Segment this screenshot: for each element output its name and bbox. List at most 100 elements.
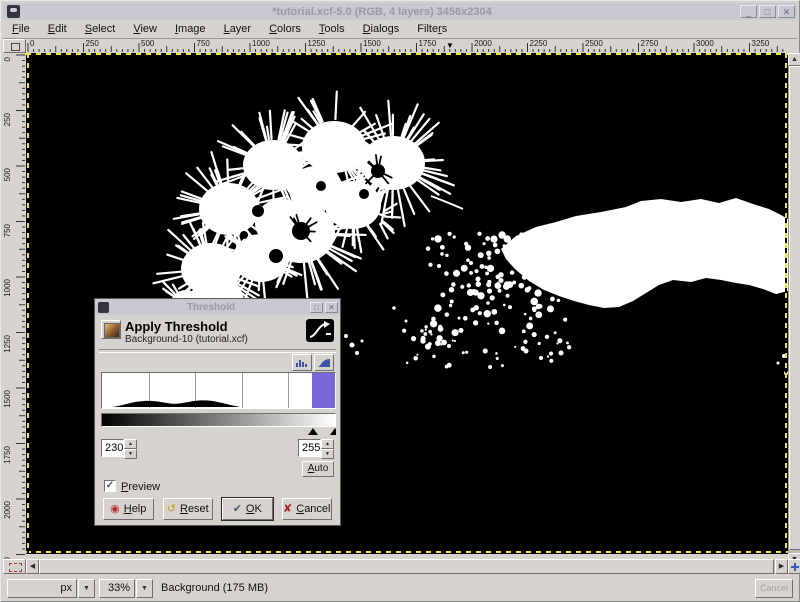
- menu-corner-icon: [11, 43, 20, 51]
- ruler-label: 2750: [641, 40, 659, 48]
- spin-down-icon[interactable]: ▼: [321, 449, 334, 459]
- ruler-label: 3250: [752, 40, 770, 48]
- low-marker-icon[interactable]: [308, 428, 318, 435]
- low-threshold-input[interactable]: [101, 439, 124, 457]
- scroll-right-button[interactable]: ▶: [775, 559, 788, 574]
- ruler-label: 3000: [696, 40, 714, 48]
- threshold-dialog: Threshold □ ✕ Apply Threshold Background…: [94, 298, 341, 526]
- ruler-label: 1000: [252, 40, 270, 48]
- close-button[interactable]: ✕: [778, 5, 795, 18]
- ruler-label: 750: [4, 224, 12, 237]
- cancel-button[interactable]: ✘Cancel: [282, 498, 333, 520]
- menu-item-image[interactable]: Image: [166, 21, 215, 37]
- dialog-maximize-button[interactable]: □: [310, 302, 323, 313]
- dialog-heading: Apply Threshold: [125, 319, 228, 334]
- ruler-label: 1750: [4, 446, 12, 464]
- window-title: *tutorial.xcf-5.0 (RGB, 4 layers) 3456x2…: [24, 6, 740, 18]
- ruler-label: 0: [4, 57, 12, 61]
- ruler-label: 1500: [4, 390, 12, 408]
- menu-item-colors[interactable]: Colors: [260, 21, 310, 37]
- layer-thumbnail-button[interactable]: [101, 320, 121, 339]
- logarithmic-histogram-icon: [317, 357, 331, 368]
- maximize-button[interactable]: □: [759, 5, 776, 18]
- ruler-label: 1750: [419, 40, 437, 48]
- ruler-label: 2000: [474, 40, 492, 48]
- high-marker-icon[interactable]: [330, 428, 336, 435]
- help-button[interactable]: ◉Help: [103, 498, 154, 520]
- ruler-label: 1250: [308, 40, 326, 48]
- histogram[interactable]: [101, 372, 336, 409]
- spin-down-icon[interactable]: ▼: [124, 449, 137, 459]
- preview-checkbox[interactable]: ✓: [104, 480, 116, 492]
- menu-item-edit[interactable]: Edit: [39, 21, 76, 37]
- ruler-label: 2500: [585, 40, 603, 48]
- horizontal-scrollbar-thumb[interactable]: [39, 559, 774, 574]
- high-threshold-spinbox: ▲ ▼: [298, 439, 334, 457]
- dialog-title: Threshold: [112, 302, 310, 313]
- ok-icon: ✔: [233, 504, 242, 515]
- horizontal-ruler[interactable]: 0250500750100012501500175020002250250027…: [26, 39, 788, 53]
- ruler-corner-button[interactable]: [3, 39, 26, 53]
- dropdown-arrow-icon[interactable]: ▼: [136, 579, 153, 598]
- high-threshold-input[interactable]: [298, 439, 321, 457]
- reset-button[interactable]: ↺Reset: [163, 498, 214, 520]
- separator: [99, 349, 336, 353]
- dialog-close-button[interactable]: ✕: [325, 302, 338, 313]
- linear-histogram-button[interactable]: [292, 354, 312, 371]
- ruler-position-marker-icon: ▼: [446, 42, 454, 50]
- spin-up-icon[interactable]: ▲: [124, 439, 137, 449]
- navigation-button[interactable]: [788, 559, 800, 574]
- vertical-scrollbar-thumb[interactable]: [789, 66, 800, 550]
- menu-item-file[interactable]: File: [3, 21, 39, 37]
- progress-cancel-button[interactable]: Cancel: [755, 579, 793, 598]
- ruler-label: 500: [141, 40, 154, 48]
- menu-item-layer[interactable]: Layer: [215, 21, 261, 37]
- zoom-select[interactable]: 33% ▼: [99, 579, 153, 598]
- status-text: Background (175 MB): [161, 582, 268, 594]
- unit-select[interactable]: px ▼: [7, 579, 95, 598]
- unit-value: px: [7, 579, 77, 598]
- gimp-app-icon: [7, 5, 20, 18]
- dialog-action-buttons: ◉Help ↺Reset ✔OK ✘Cancel: [103, 498, 332, 520]
- navigation-icon: [794, 563, 796, 571]
- ruler-label: 2000: [4, 501, 12, 519]
- linear-histogram-icon: [295, 357, 309, 368]
- menu-item-select[interactable]: Select: [76, 21, 125, 37]
- window-titlebar[interactable]: *tutorial.xcf-5.0 (RGB, 4 layers) 3456x2…: [3, 3, 797, 20]
- menu-item-dialogs[interactable]: Dialogs: [354, 21, 409, 37]
- menu-bar: FileEditSelectViewImageLayerColorsToolsD…: [3, 20, 797, 39]
- dropdown-arrow-icon[interactable]: ▼: [78, 579, 95, 598]
- scroll-left-button[interactable]: ◀: [26, 559, 39, 574]
- auto-button[interactable]: Auto: [302, 461, 334, 477]
- menu-item-view[interactable]: View: [124, 21, 166, 37]
- vertical-ruler[interactable]: 0250500750100012501500175020002250: [3, 53, 26, 559]
- ruler-label: 2250: [530, 40, 548, 48]
- quickmask-toggle-button[interactable]: [3, 559, 26, 574]
- status-bar: px ▼ 33% ▼ Background (175 MB) Cancel: [3, 577, 797, 601]
- spin-up-icon[interactable]: ▲: [321, 439, 334, 449]
- dialog-titlebar[interactable]: Threshold □ ✕: [95, 299, 340, 315]
- preview-label: Preview: [121, 481, 160, 493]
- tool-logo-icon: [306, 319, 334, 342]
- ruler-label: 250: [4, 113, 12, 126]
- menu-item-tools[interactable]: Tools: [310, 21, 354, 37]
- reset-icon: ↺: [167, 504, 176, 515]
- logarithmic-histogram-button[interactable]: [314, 354, 334, 371]
- help-icon: ◉: [110, 504, 120, 515]
- menu-item-filters[interactable]: Filters: [408, 21, 456, 37]
- dialog-icon: [98, 302, 109, 313]
- layer-thumbnail: [104, 323, 120, 338]
- quickmask-icon: [9, 563, 22, 572]
- histogram-curve: [102, 373, 335, 408]
- threshold-markers[interactable]: [101, 427, 336, 436]
- ruler-label: 1250: [4, 335, 12, 353]
- ruler-label: 500: [4, 168, 12, 181]
- cancel-icon: ✘: [283, 504, 292, 515]
- ruler-label: 750: [197, 40, 210, 48]
- scroll-up-button[interactable]: ▲: [788, 53, 800, 66]
- minimize-button[interactable]: _: [740, 5, 757, 18]
- ruler-label: 1500: [363, 40, 381, 48]
- ruler-label: 0: [30, 40, 34, 48]
- low-threshold-spinbox: ▲ ▼: [101, 439, 137, 457]
- ok-button[interactable]: ✔OK: [222, 498, 273, 520]
